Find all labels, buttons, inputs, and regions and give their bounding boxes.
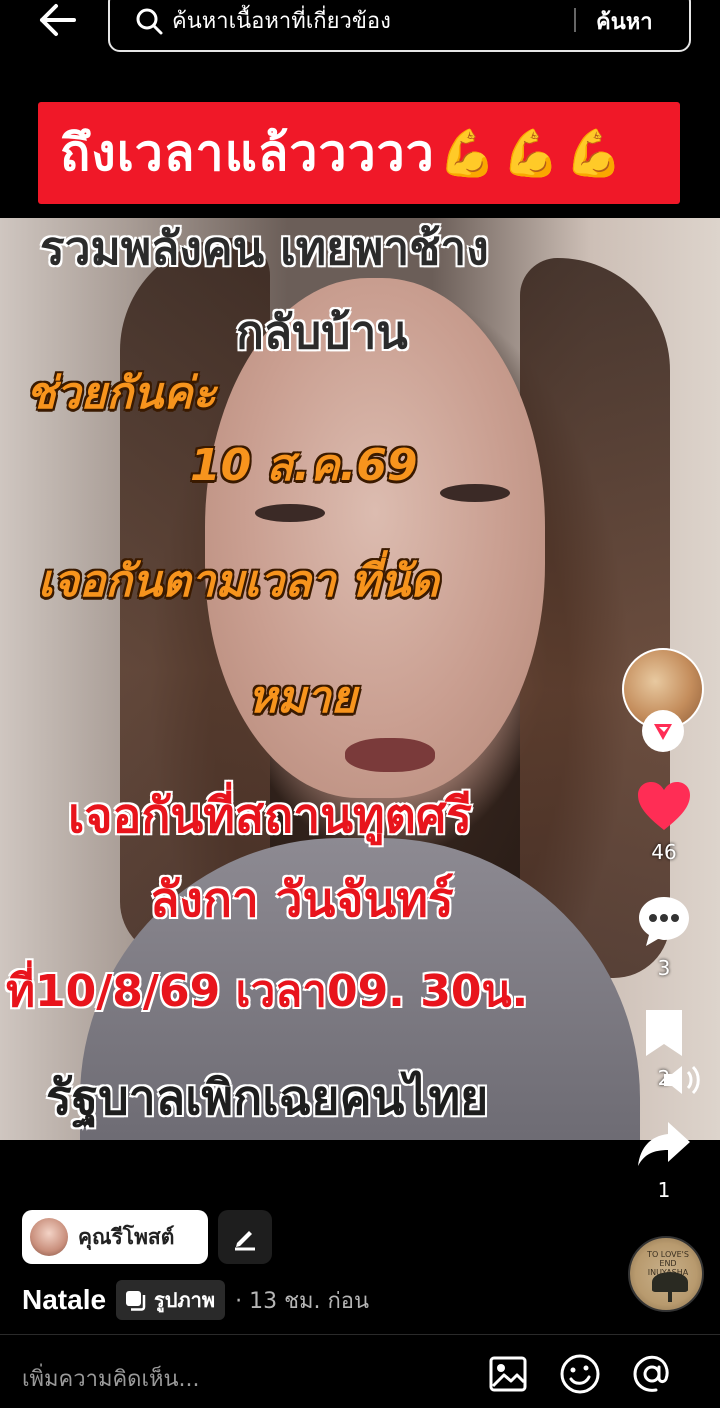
- flexed-biceps-icon: 💪💪💪: [438, 125, 629, 180]
- video-caption-line: เจอกันที่สถานทูตศรี: [68, 788, 473, 844]
- mention-button[interactable]: [630, 1352, 674, 1396]
- arrow-left-icon: [40, 4, 76, 36]
- search-divider: [574, 8, 576, 32]
- bookmark-icon: [646, 1010, 682, 1056]
- follow-badge[interactable]: [642, 710, 684, 752]
- music-disc[interactable]: TO LOVE'S END INUYASHA: [628, 1236, 704, 1312]
- share-button[interactable]: 1: [629, 1120, 699, 1202]
- repost-chip[interactable]: คุณรีโพสต์: [22, 1210, 208, 1264]
- speaker-icon[interactable]: [660, 1062, 704, 1102]
- at-icon: [633, 1355, 669, 1392]
- video-background-shape: [345, 738, 435, 772]
- share-icon: [638, 1122, 690, 1166]
- avatar: [30, 1218, 68, 1256]
- send-icon: [654, 724, 672, 740]
- edit-button[interactable]: [218, 1210, 272, 1264]
- video-background-shape: [255, 504, 325, 522]
- comment-button[interactable]: 3: [629, 894, 699, 980]
- video-caption-line: กลับบ้าน: [236, 305, 408, 359]
- video-caption-line: 10 ส.ค.69: [190, 440, 418, 491]
- pencil-icon: [235, 1231, 255, 1251]
- comment-input[interactable]: [22, 1356, 442, 1402]
- search-input[interactable]: [172, 2, 552, 40]
- like-count: 46: [651, 840, 677, 864]
- heart-icon: [638, 782, 690, 830]
- divider: [0, 1334, 720, 1335]
- post-type-label: รูปภาพ: [154, 1288, 216, 1312]
- post-meta: Natale รูปภาพ · 13 ชม. ก่อน: [22, 1278, 369, 1322]
- video-caption-line: รวมพลังคน เทยพาช้าง: [40, 221, 489, 275]
- post-time: · 13 ชม. ก่อน: [235, 1288, 370, 1314]
- top-bar: ค้นหา: [0, 0, 720, 56]
- banner-text: ถึงเวลาแล้ววววว: [60, 123, 435, 182]
- video-caption-line: หมาย: [248, 672, 357, 723]
- promo-banner: ถึงเวลาแล้ววววว 💪💪💪: [38, 102, 680, 204]
- video-player[interactable]: รวมพลังคน เทยพาช้าง กลับบ้าน ช่วยกันค่ะ …: [0, 218, 720, 1140]
- video-caption-line: รัฐบาลเพิกเฉยคนไทย: [46, 1070, 489, 1126]
- post-type-badge: รูปภาพ: [116, 1280, 226, 1320]
- search-icon: [136, 8, 163, 35]
- repost-label: คุณรีโพสต์: [78, 1224, 175, 1249]
- comment-count: 3: [657, 956, 671, 980]
- video-background-shape: [440, 484, 510, 502]
- back-button[interactable]: [34, 0, 80, 40]
- photo-stack-icon: [126, 1291, 146, 1311]
- video-background-shape: [520, 258, 670, 978]
- author-name[interactable]: Natale: [22, 1284, 106, 1316]
- search-box[interactable]: ค้นหา: [108, 0, 691, 52]
- tree-trunk: [668, 1288, 672, 1302]
- video-caption-line: เจอกันตามเวลา ที่นัด: [38, 556, 439, 607]
- video-caption-line: ที่10/8/69 เวลา09. 30น.: [6, 966, 529, 1017]
- comment-icon: [639, 897, 689, 946]
- share-count: 1: [657, 1178, 671, 1202]
- emoji-icon: [560, 1354, 600, 1394]
- video-caption-line: ลังกา วันจันทร์: [150, 872, 454, 928]
- image-icon: [489, 1356, 527, 1392]
- like-button[interactable]: 46: [629, 780, 699, 864]
- search-button[interactable]: ค้นหา: [596, 4, 653, 39]
- image-button[interactable]: [486, 1352, 530, 1396]
- emoji-button[interactable]: [558, 1352, 602, 1396]
- video-caption-line: ช่วยกันค่ะ: [26, 368, 217, 419]
